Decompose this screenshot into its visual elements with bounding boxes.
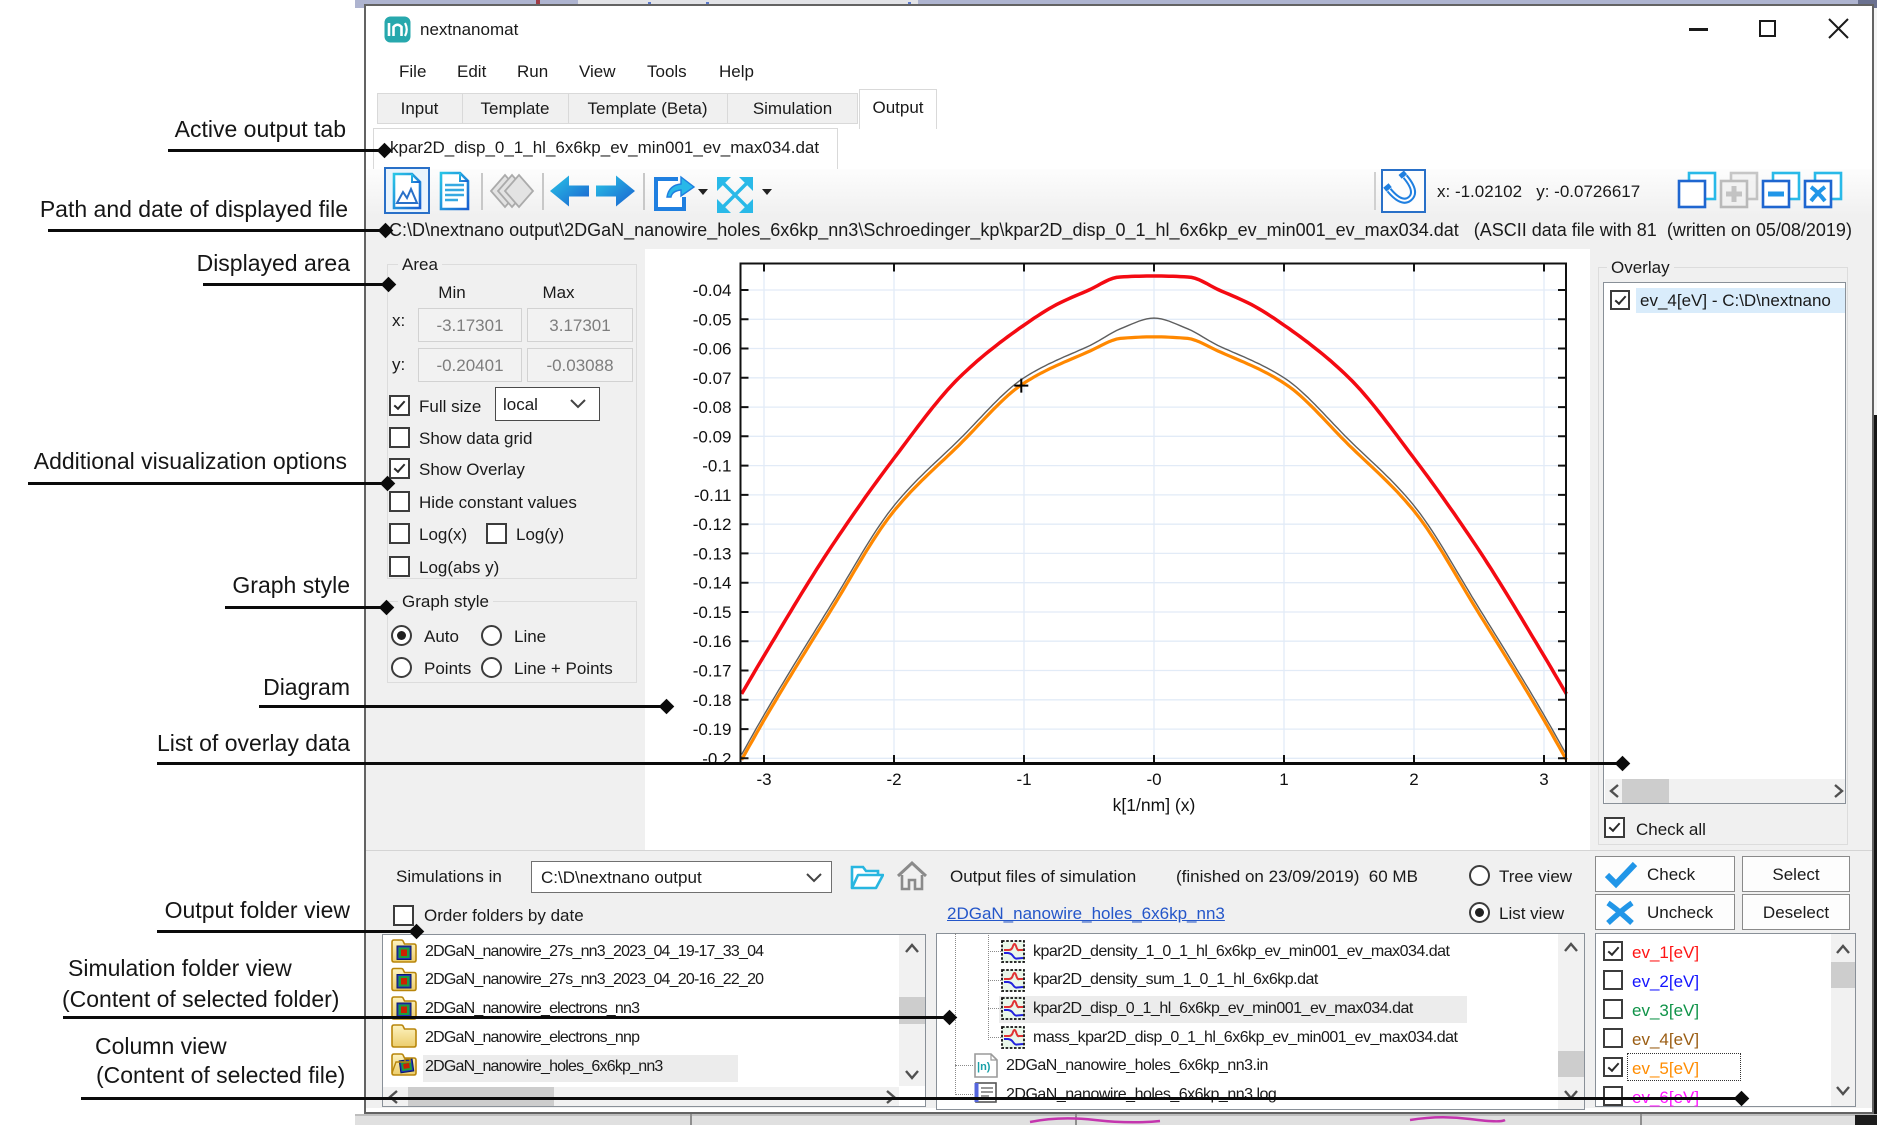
svg-text:2: 2 [1409, 770, 1418, 789]
svg-text:-0.1: -0.1 [702, 457, 731, 476]
svg-text:-0.06: -0.06 [693, 340, 732, 359]
svg-text:-0.17: -0.17 [693, 662, 732, 681]
svg-text:-0.18: -0.18 [693, 691, 732, 710]
svg-text:-0: -0 [1146, 770, 1161, 789]
svg-text:-0.15: -0.15 [693, 603, 732, 622]
svg-text:-0.05: -0.05 [693, 310, 732, 329]
svg-text:3: 3 [1539, 770, 1548, 789]
svg-text:-0.11: -0.11 [694, 486, 732, 505]
svg-text:-0.09: -0.09 [693, 427, 732, 446]
svg-text:-1: -1 [1016, 770, 1031, 789]
svg-text:-0.07: -0.07 [693, 369, 732, 388]
svg-text:-0.14: -0.14 [693, 574, 732, 593]
svg-text:k[1/nm] (x): k[1/nm] (x) [1113, 795, 1196, 815]
svg-text:|n): |n) [977, 1061, 991, 1073]
svg-text:-2: -2 [886, 770, 901, 789]
svg-text:-0.19: -0.19 [693, 720, 732, 739]
svg-text:-0.2: -0.2 [702, 749, 731, 768]
svg-text:-0.16: -0.16 [693, 632, 732, 651]
svg-text:1: 1 [1279, 770, 1288, 789]
svg-text:-0.13: -0.13 [693, 544, 732, 563]
svg-text:-0.12: -0.12 [693, 515, 732, 534]
svg-text:-0.04: -0.04 [693, 281, 732, 300]
svg-text:-0.08: -0.08 [693, 398, 732, 417]
svg-text:-3: -3 [756, 770, 771, 789]
